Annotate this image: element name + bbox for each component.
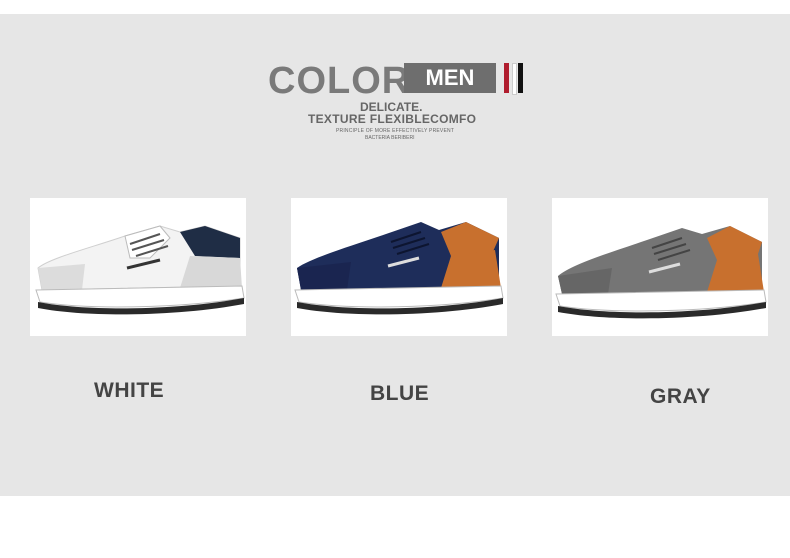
label-white: WHITE bbox=[94, 379, 165, 402]
tagline-principle: PRINCIPLE OF MORE EFFECTIVELY PREVENT bbox=[336, 128, 455, 134]
header: COLOR MEN DELICATE. TEXTURE FLEXIBLECOMF… bbox=[0, 14, 790, 164]
black-stripe bbox=[518, 63, 523, 93]
blue-sneaker-image[interactable] bbox=[291, 198, 507, 336]
tagline-bacteria: BACTERIA BERIBERI bbox=[365, 135, 415, 141]
label-gray: GRAY bbox=[650, 385, 711, 408]
color-title: COLOR bbox=[268, 60, 411, 102]
product-color-panel: COLOR MEN DELICATE. TEXTURE FLEXIBLECOMF… bbox=[0, 14, 790, 496]
red-stripe bbox=[504, 63, 509, 93]
men-badge: MEN bbox=[404, 63, 496, 93]
gray-sneaker-icon bbox=[555, 226, 767, 319]
blue-sneaker-icon bbox=[294, 222, 504, 315]
gray-sneaker-image[interactable] bbox=[552, 198, 768, 336]
white-sneaker-icon bbox=[35, 225, 245, 315]
white-stripe bbox=[512, 63, 517, 95]
tagline-texture: TEXTURE FLEXIBLECOMFO bbox=[308, 112, 477, 126]
label-blue: BLUE bbox=[370, 382, 430, 405]
white-sneaker-image[interactable] bbox=[30, 198, 246, 336]
